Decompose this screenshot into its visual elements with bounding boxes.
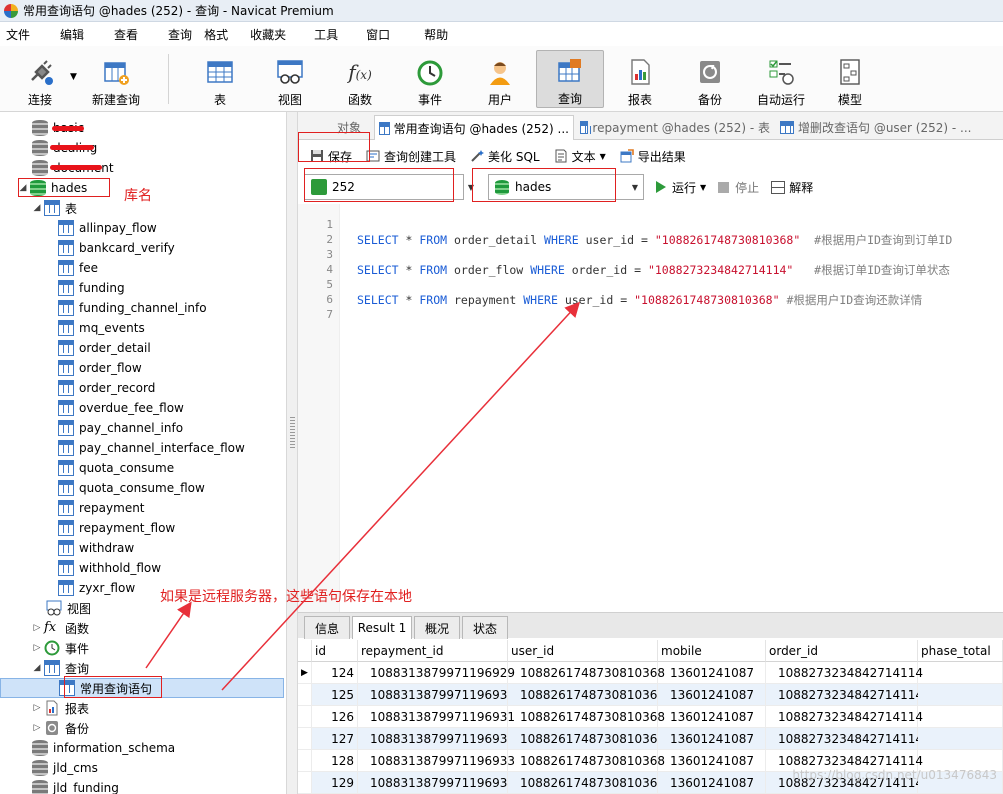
watermark-text: https://blog.csdn.net/u013476843	[792, 768, 997, 782]
arrow-to-note	[145, 601, 192, 669]
arrow-to-editor	[221, 301, 581, 691]
annotation-arrows	[145, 301, 581, 691]
navicat-window: 常用查询语句 @hades (252) - 查询 - Navicat Premi…	[0, 0, 1003, 794]
